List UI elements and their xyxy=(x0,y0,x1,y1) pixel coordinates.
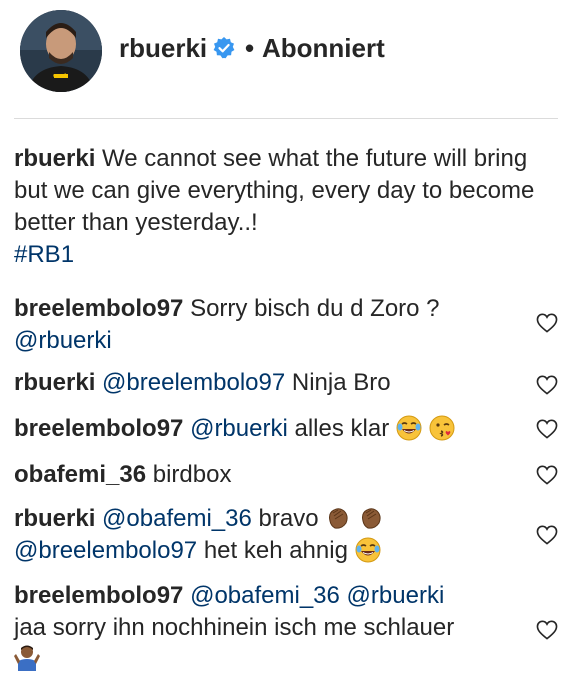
heart-outline-icon[interactable] xyxy=(536,525,558,545)
comment-text: Sorry bisch du d Zoro ? xyxy=(190,295,440,322)
heart-outline-icon[interactable] xyxy=(536,313,558,333)
comment-username[interactable]: rbuerki xyxy=(14,369,95,396)
comment-mention[interactable]: @breelembolo97 xyxy=(102,369,285,396)
comment-mention[interactable]: @breelembolo97 xyxy=(14,537,197,564)
caption-hashtag[interactable]: #RB1 xyxy=(14,241,74,268)
comment: obafemi_36 birdbox xyxy=(14,459,514,491)
heart-outline-icon[interactable] xyxy=(536,375,558,395)
heart-outline-icon[interactable] xyxy=(536,419,558,439)
kissing-wink-emoji xyxy=(429,415,455,441)
svg-text:evonik: evonik xyxy=(53,73,68,79)
comment: breelembolo97 @obafemi_36 @rbuerki jaa s… xyxy=(14,580,514,676)
comment-username[interactable]: breelembolo97 xyxy=(14,295,183,322)
comment-text: bravo xyxy=(258,505,319,532)
verified-badge-icon xyxy=(213,37,235,59)
comment-mention[interactable]: @obafemi_36 xyxy=(190,582,340,609)
post-caption: rbuerki We cannot see what the future wi… xyxy=(14,143,564,271)
comment-text: jaa sorry ihn nochhinein isch me schlaue… xyxy=(14,614,455,641)
comment-text: birdbox xyxy=(152,461,232,488)
comment-mention[interactable]: @rbuerki xyxy=(347,582,445,609)
comment-mention[interactable]: @obafemi_36 xyxy=(102,505,252,532)
clapping-hands-emoji xyxy=(361,508,381,529)
heart-outline-icon[interactable] xyxy=(536,465,558,485)
person-shrugging-emoji xyxy=(14,645,40,671)
comment-text: alles klar xyxy=(294,415,390,442)
tears-of-joy-emoji xyxy=(355,537,381,563)
comment-username[interactable]: breelembolo97 xyxy=(14,415,183,442)
tears-of-joy-emoji xyxy=(396,415,422,441)
header-divider xyxy=(14,118,558,119)
avatar[interactable]: evonik xyxy=(20,10,102,92)
heart-outline-icon[interactable] xyxy=(536,620,558,640)
comment-text: het keh ahnig xyxy=(203,537,348,564)
avatar-image: evonik xyxy=(20,10,102,92)
comment-mention[interactable]: @rbuerki xyxy=(14,327,112,354)
follow-button[interactable]: Abonniert xyxy=(262,33,385,64)
comment: breelembolo97 @rbuerki alles klar xyxy=(14,413,514,445)
clapping-hands-emoji xyxy=(329,508,348,529)
comment-mention[interactable]: @rbuerki xyxy=(190,415,288,442)
comment: breelembolo97 Sorry bisch du d Zoro ? @r… xyxy=(14,293,514,357)
comment-text: Ninja Bro xyxy=(291,369,391,396)
comment-username[interactable]: rbuerki xyxy=(14,505,95,532)
comment-username[interactable]: obafemi_36 xyxy=(14,461,146,488)
comment: rbuerki @breelembolo97 Ninja Bro xyxy=(14,367,514,399)
caption-username[interactable]: rbuerki xyxy=(14,145,95,172)
comment: rbuerki @obafemi_36 bravo @breelembolo97… xyxy=(14,503,514,567)
comment-username[interactable]: breelembolo97 xyxy=(14,582,183,609)
header-separator: • xyxy=(245,33,255,63)
header-username[interactable]: rbuerki xyxy=(119,33,207,64)
